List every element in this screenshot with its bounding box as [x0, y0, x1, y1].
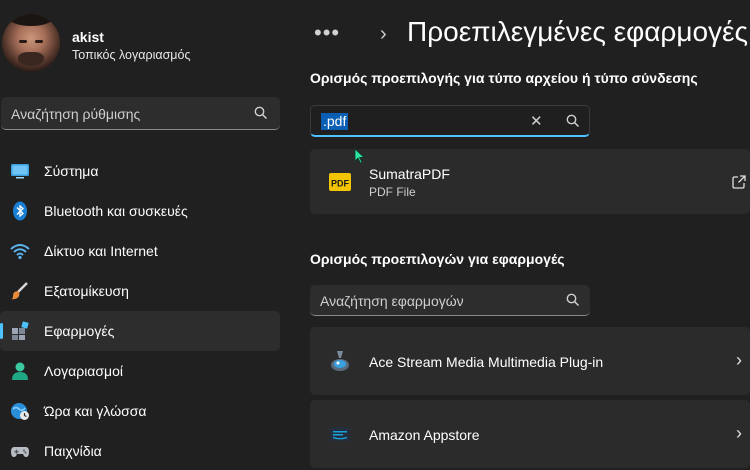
sidebar-item-label: Bluetooth και συσκευές — [44, 203, 188, 219]
breadcrumb: ••• › Προεπιλεγμένες εφαρμογές — [314, 14, 750, 54]
apps-section-heading: Ορισμός προεπιλογών για εφαρμογές — [310, 251, 565, 267]
sidebar-item-label: Σύστημα — [44, 163, 99, 179]
sidebar-item-label: Λογαριασμοί — [44, 363, 124, 379]
search-icon[interactable] — [566, 114, 580, 133]
filetype-search-input[interactable]: .pdf ✕ — [310, 105, 590, 137]
sidebar-nav: Σύστημα Bluetooth και συσκευές Δίκτυο κα… — [0, 151, 290, 470]
more-breadcrumb-button[interactable]: ••• — [314, 20, 340, 46]
sidebar-item-network[interactable]: Δίκτυο και Internet — [0, 231, 280, 271]
sidebar-item-label: Δίκτυο και Internet — [44, 243, 158, 259]
apps-search-input[interactable]: Αναζήτηση εφαρμογών — [310, 285, 590, 316]
sidebar-item-label: Εξατομίκευση — [44, 283, 129, 299]
sidebar: akist Τοπικός λογαριασμός Αναζήτηση ρύθμ… — [0, 0, 290, 470]
wifi-icon — [10, 241, 30, 261]
sidebar-item-system[interactable]: Σύστημα — [0, 151, 280, 191]
gamepad-icon — [10, 441, 30, 461]
sidebar-item-time-language[interactable]: Ώρα και γλώσσα — [0, 391, 280, 431]
bluetooth-icon — [10, 201, 30, 221]
apps-icon — [10, 321, 30, 341]
filetype-result-card[interactable]: PDF SumatraPDF PDF File — [310, 149, 750, 214]
sidebar-item-apps[interactable]: Εφαρμογές — [0, 311, 280, 351]
page-title: Προεπιλεγμένες εφαρμογές — [407, 16, 749, 47]
filetype-input-value: .pdf — [321, 113, 349, 130]
search-icon[interactable] — [254, 106, 268, 125]
sidebar-item-personalization[interactable]: Εξατομίκευση — [0, 271, 280, 311]
result-file-type: PDF File — [369, 185, 416, 199]
search-icon[interactable] — [566, 293, 580, 312]
external-link-icon[interactable] — [732, 175, 746, 194]
apps-search-placeholder: Αναζήτηση εφαρμογών — [320, 293, 464, 309]
settings-search-placeholder: Αναζήτηση ρύθμισης — [11, 106, 141, 122]
sidebar-item-bluetooth[interactable]: Bluetooth και συσκευές — [0, 191, 280, 231]
sumatrapdf-icon: PDF — [328, 170, 352, 194]
sidebar-item-label: Παιχνίδια — [44, 443, 102, 459]
app-name: Amazon Appstore — [369, 427, 480, 443]
acestream-icon — [328, 349, 352, 373]
chevron-right-icon: › — [736, 423, 742, 443]
mouse-cursor-icon — [354, 148, 366, 169]
amazon-appstore-icon — [328, 422, 352, 446]
time-language-icon — [10, 401, 30, 421]
sidebar-item-gaming[interactable]: Παιχνίδια — [0, 431, 280, 470]
sidebar-item-label: Εφαρμογές — [44, 323, 115, 339]
sidebar-item-accounts[interactable]: Λογαριασμοί — [0, 351, 280, 391]
breadcrumb-separator: › — [380, 23, 387, 45]
chevron-right-icon: › — [736, 350, 742, 370]
result-app-name: SumatraPDF — [369, 166, 450, 182]
settings-search-input[interactable]: Αναζήτηση ρύθμισης — [1, 97, 280, 130]
app-row-amazon-appstore[interactable]: Amazon Appstore › — [310, 400, 750, 468]
filetype-section-heading: Ορισμός προεπιλογής για τύπο αρχείου ή τ… — [310, 70, 698, 86]
system-icon — [10, 161, 30, 181]
person-icon — [10, 361, 30, 381]
avatar — [2, 14, 60, 72]
profile-account-type: Τοπικός λογαριασμός — [72, 48, 191, 62]
app-row-acestream[interactable]: Ace Stream Media Multimedia Plug-in › — [310, 327, 750, 395]
pdf-logo-text: PDF — [331, 179, 350, 189]
user-profile[interactable]: akist Τοπικός λογαριασμός — [0, 14, 290, 76]
profile-name: akist — [72, 29, 104, 45]
app-name: Ace Stream Media Multimedia Plug-in — [369, 354, 604, 370]
sidebar-item-label: Ώρα και γλώσσα — [44, 403, 147, 419]
main-content: ••• › Προεπιλεγμένες εφαρμογές Ορισμός π… — [290, 0, 750, 470]
clear-icon[interactable]: ✕ — [530, 112, 543, 130]
brush-icon — [10, 281, 30, 301]
